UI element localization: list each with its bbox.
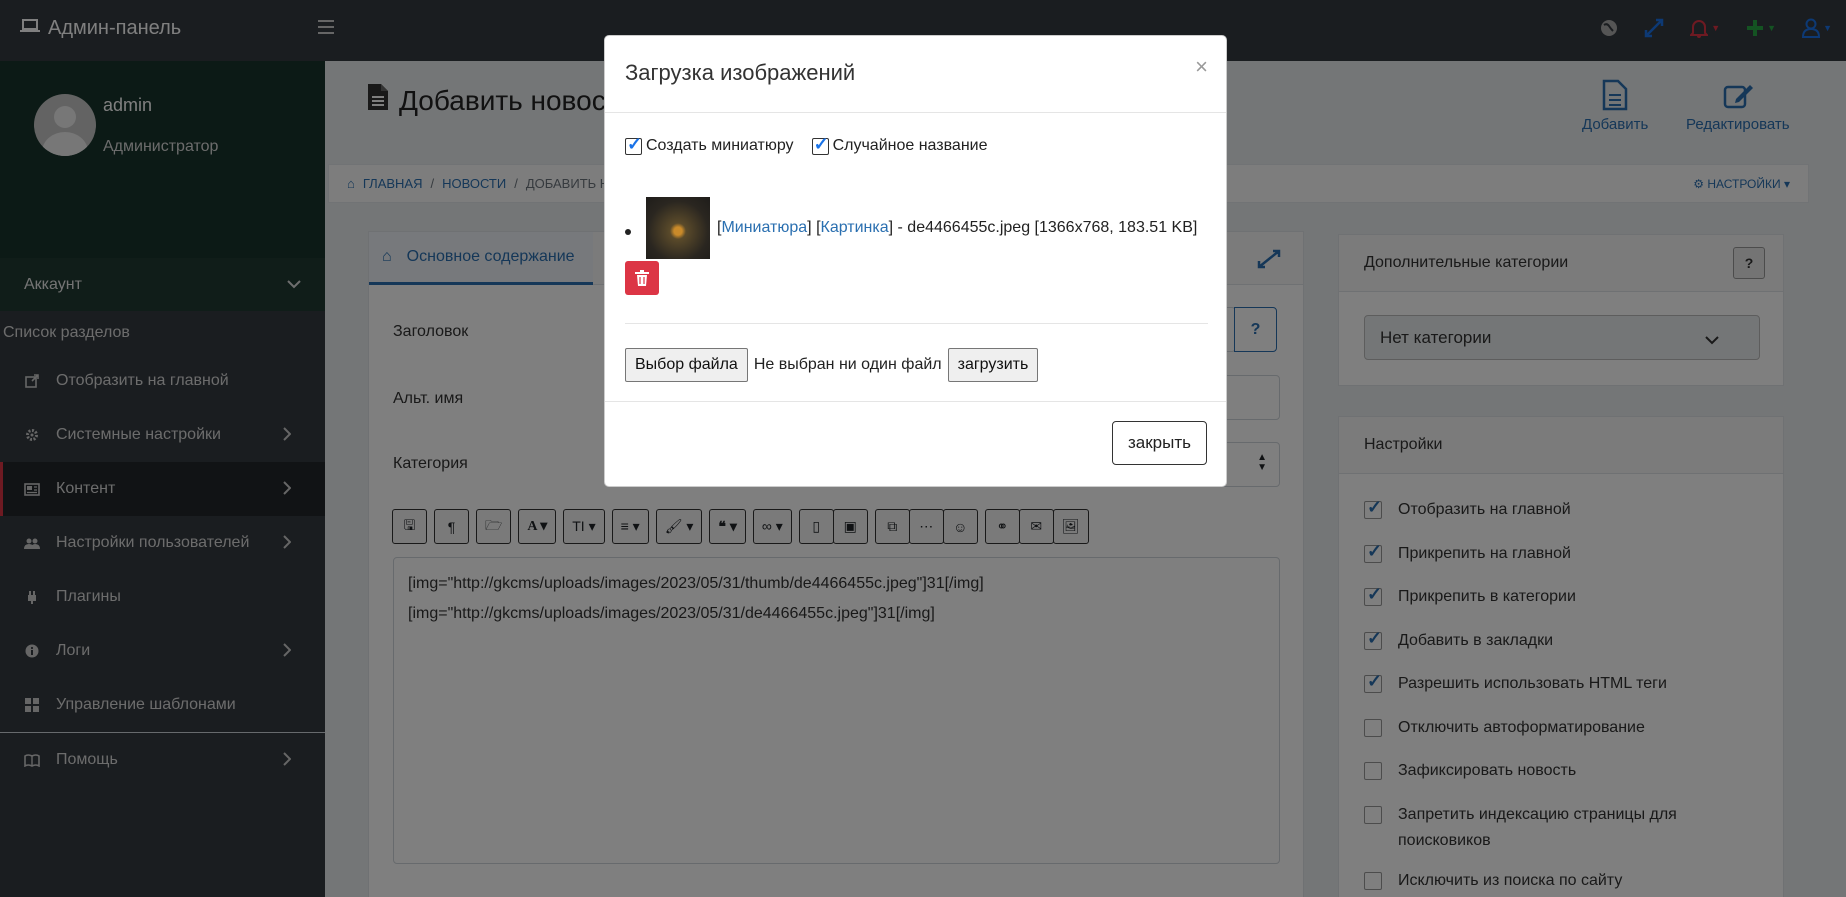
trash-icon bbox=[635, 270, 649, 286]
random-name-checkbox[interactable] bbox=[811, 134, 829, 155]
thumb-link[interactable]: Миниатюра bbox=[721, 219, 807, 236]
modal-title: Загрузка изображений bbox=[625, 60, 856, 85]
image-thumbnail bbox=[646, 197, 710, 259]
uploaded-file-info: [Миниатюра] [Картинка] - de4466455c.jpeg… bbox=[717, 219, 1198, 236]
close-button[interactable]: закрыть bbox=[1111, 421, 1207, 465]
create-thumb-label: Создать миниатюру bbox=[646, 137, 794, 154]
modal-body: Создать миниатюру Случайное название [Ми… bbox=[605, 113, 1226, 402]
choose-file-button[interactable]: Выбор файла bbox=[625, 348, 748, 382]
image-link[interactable]: Картинка bbox=[821, 219, 889, 236]
image-upload-modal: Загрузка изображений × Создать миниатюру… bbox=[604, 35, 1227, 487]
close-icon[interactable]: × bbox=[1195, 54, 1208, 80]
create-thumb-checkbox[interactable] bbox=[625, 134, 642, 155]
no-file-label: Не выбран ни один файл bbox=[753, 356, 942, 373]
random-name-label: Случайное название bbox=[832, 137, 988, 154]
divider bbox=[625, 323, 1208, 324]
upload-options: Создать миниатюру Случайное название bbox=[625, 134, 988, 155]
delete-button[interactable] bbox=[625, 261, 659, 295]
list-bullet bbox=[625, 229, 631, 235]
upload-button[interactable]: загрузить bbox=[947, 348, 1039, 382]
modal-header: Загрузка изображений × bbox=[605, 36, 1226, 113]
file-details: ] - de4466455c.jpeg [1366x768, 183.51 KB… bbox=[888, 219, 1198, 236]
modal-footer: закрыть bbox=[605, 402, 1226, 488]
file-chooser-row: Выбор файла Не выбран ни один файл загру… bbox=[625, 348, 1039, 382]
